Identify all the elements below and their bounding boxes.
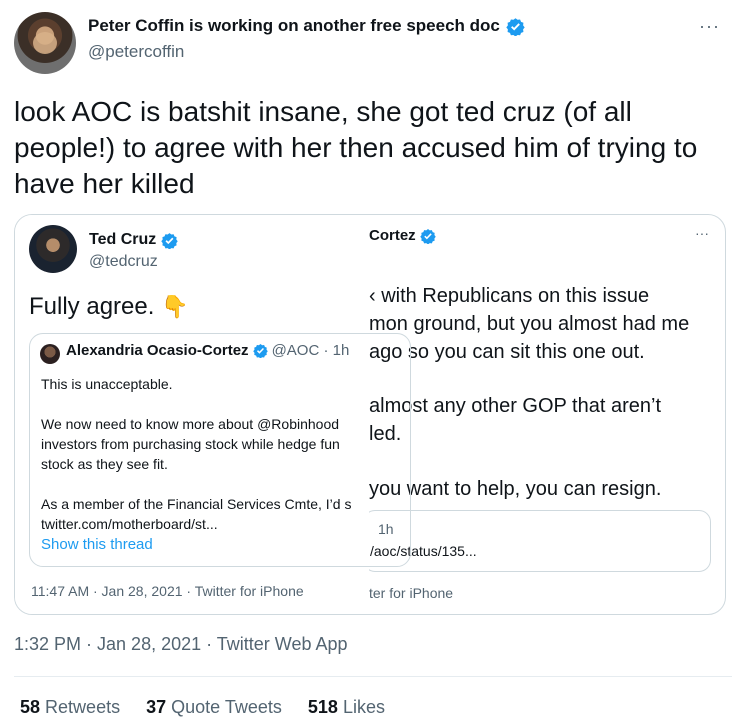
aoc-footer: ter for iPhone bbox=[369, 585, 454, 601]
retweets-stat[interactable]: 58 Retweets bbox=[20, 697, 120, 718]
author-name[interactable]: Peter Coffin is working on another free … bbox=[88, 16, 500, 36]
aoc-text-line: mon ground, but you almost had me bbox=[369, 313, 690, 335]
more-options-icon[interactable]: ··· bbox=[699, 16, 720, 37]
cruz-tweet-text: Fully agree. 👇 bbox=[29, 293, 189, 320]
cruz-timestamp: 11:47 AM · Jan 28, 2021 · Twitter for iP… bbox=[31, 583, 304, 599]
verified-badge-icon bbox=[161, 232, 178, 249]
quoted-author-name: Alexandria Ocasio-Cortez bbox=[66, 342, 249, 359]
author-handle[interactable]: @petercoffin bbox=[88, 42, 184, 62]
cruz-tweet-panel: Ted Cruz @tedcruz Fully agree. 👇 Alexand… bbox=[15, 215, 411, 614]
more-options-icon: ··· bbox=[695, 225, 709, 241]
attached-image[interactable]: Cortez ··· ‹ with Republicans on this is… bbox=[14, 214, 726, 615]
aoc-text-line: almost any other GOP that aren’t bbox=[369, 395, 662, 417]
cruz-name-row: Ted Cruz bbox=[89, 231, 178, 249]
engagement-stats: 58 Retweets 37 Quote Tweets 518 Likes bbox=[20, 697, 385, 718]
quoted-tweet: Alexandria Ocasio-Cortez @AOC · 1h This … bbox=[29, 333, 411, 567]
quoted-tweet-body: This is unacceptable. We now need to kno… bbox=[41, 376, 352, 532]
likes-stat[interactable]: 518 Likes bbox=[308, 697, 385, 718]
aoc-name-fragment: Cortez bbox=[369, 227, 436, 244]
show-thread-link: Show this thread bbox=[41, 536, 153, 553]
tweet-text: look AOC is batshit insane, she got ted … bbox=[14, 96, 698, 199]
verified-badge-icon bbox=[252, 343, 268, 358]
quoted-tweet-header: Alexandria Ocasio-Cortez @AOC · 1h bbox=[66, 342, 349, 359]
verified-badge-icon bbox=[506, 17, 525, 36]
aoc-quote-card: 1h /aoc/status/135... bbox=[363, 510, 711, 572]
verified-badge-icon bbox=[419, 228, 436, 244]
divider bbox=[14, 676, 732, 677]
quoted-handle-time: @AOC · 1h bbox=[271, 342, 350, 359]
tweet-timestamp[interactable]: 1:32 PM · Jan 28, 2021 · Twitter Web App bbox=[14, 634, 348, 655]
cruz-name: Ted Cruz bbox=[89, 231, 157, 248]
author-name-row[interactable]: Peter Coffin is working on another free … bbox=[88, 16, 525, 36]
aoc-avatar bbox=[40, 344, 60, 364]
aoc-text-line: you want to help, you can resign. bbox=[369, 478, 662, 500]
aoc-text-line: ‹ with Republicans on this issue bbox=[369, 285, 650, 307]
pointing-down-emoji-icon: 👇 bbox=[161, 294, 189, 319]
cruz-avatar bbox=[29, 225, 77, 273]
quote-tweets-stat[interactable]: 37 Quote Tweets bbox=[146, 697, 282, 718]
cruz-handle: @tedcruz bbox=[89, 253, 158, 270]
author-avatar[interactable] bbox=[14, 12, 76, 74]
aoc-tweet-panel: Cortez ··· ‹ with Republicans on this is… bbox=[363, 215, 725, 614]
